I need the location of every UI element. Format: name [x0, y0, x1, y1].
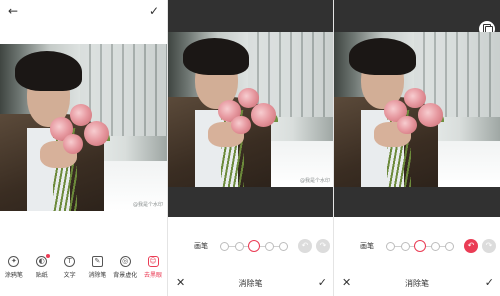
tool-label: 背景虚化 — [113, 272, 138, 279]
new-dot — [46, 254, 51, 258]
tool-label: 消除笔 — [88, 272, 107, 279]
brush-size-row: 画笔 ↶ ↷ — [168, 238, 333, 254]
magic-pen-icon: ✦ — [8, 256, 20, 267]
brush-size-option[interactable] — [220, 242, 229, 251]
eraser-panel-after: 画笔 ↶ ↷ ✕ 消除笔 ✓ — [333, 0, 500, 296]
redo-icon[interactable]: ↷ — [482, 239, 496, 253]
brush-label: 画笔 — [194, 242, 208, 250]
brush-size-option-selected[interactable] — [248, 240, 260, 252]
check-icon[interactable]: ✓ — [318, 276, 327, 289]
eraser-bottom-bar: ✕ 消除笔 ✓ — [334, 276, 500, 292]
tool-text[interactable]: T 文字 — [56, 256, 84, 282]
sticker-icon: ◐ — [36, 254, 51, 267]
brush-size-row: 画笔 ↶ ↷ — [334, 238, 500, 254]
brush-size-option[interactable] — [235, 242, 244, 251]
redo-icon[interactable]: ↷ — [316, 239, 330, 253]
tool-label: 去黑眼 — [144, 272, 163, 279]
editor-panel: ← ✓ @我是个水印 ✦ 涂鸦笔 ◐ 贴纸 T 文字 ✎ 消除笔 ◎ 背景虚化 — [0, 0, 167, 296]
tool-magic-pen[interactable]: ✦ 涂鸦笔 — [0, 256, 28, 282]
brush-size-option[interactable] — [431, 242, 440, 251]
eraser-icon: ✎ — [91, 256, 103, 267]
photo[interactable]: @我是个水印 — [168, 32, 333, 187]
eraser-title: 消除笔 — [405, 279, 429, 288]
brush-size-option[interactable] — [265, 242, 274, 251]
tool-label: 涂鸦笔 — [4, 272, 23, 279]
brush-size-option[interactable] — [386, 242, 395, 251]
back-arrow-icon[interactable]: ← — [8, 4, 18, 18]
brush-size-option[interactable] — [279, 242, 288, 251]
undo-icon[interactable]: ↶ — [298, 239, 312, 253]
photo[interactable] — [334, 32, 500, 187]
brush-label: 画笔 — [360, 242, 374, 250]
check-icon[interactable]: ✓ — [485, 276, 494, 289]
eraser-panel-before: @我是个水印 画笔 ↶ ↷ ✕ 消除笔 ✓ — [167, 0, 333, 296]
undo-icon[interactable]: ↶ — [464, 239, 478, 253]
tool-dark-circle[interactable]: ☺ 去黑眼 — [139, 256, 167, 282]
eraser-title: 消除笔 — [238, 279, 263, 288]
tool-eraser[interactable]: ✎ 消除笔 — [83, 256, 111, 282]
photo: @我是个水印 — [0, 44, 167, 211]
watermark-text: @我是个水印 — [299, 178, 330, 184]
brush-size-option-selected[interactable] — [414, 240, 426, 252]
eraser-bottom-bar: ✕ 消除笔 ✓ — [168, 276, 333, 292]
tool-label: 贴纸 — [35, 272, 48, 279]
watermark-text: @我是个水印 — [132, 202, 163, 208]
face-icon: ☺ — [147, 256, 159, 267]
tool-label: 文字 — [63, 272, 76, 279]
blur-icon: ◎ — [119, 256, 131, 267]
tool-blur[interactable]: ◎ 背景虚化 — [111, 256, 139, 282]
tool-bar: ✦ 涂鸦笔 ◐ 贴纸 T 文字 ✎ 消除笔 ◎ 背景虚化 ☺ 去黑眼 — [0, 254, 167, 282]
text-icon: T — [64, 256, 76, 267]
brush-size-option[interactable] — [401, 242, 410, 251]
tool-sticker[interactable]: ◐ 贴纸 — [28, 254, 56, 282]
check-icon[interactable]: ✓ — [149, 4, 159, 18]
brush-size-option[interactable] — [445, 242, 454, 251]
